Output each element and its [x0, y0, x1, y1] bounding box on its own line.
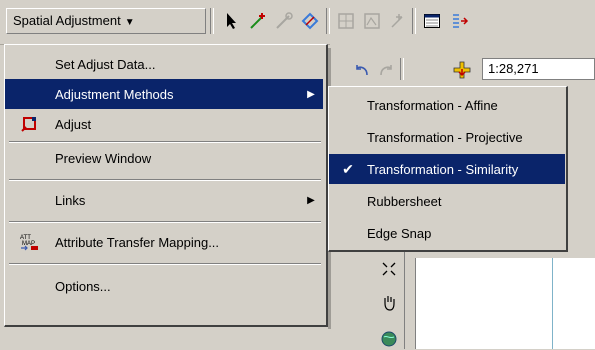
modify-link-icon[interactable] — [274, 11, 294, 31]
submenu-arrow-icon: ▶ — [307, 194, 315, 206]
menu-item-preview-window[interactable]: Preview Window — [5, 143, 323, 173]
globe-icon[interactable] — [378, 328, 400, 350]
menu-item-set-adjust-data[interactable]: Set Adjust Data... — [5, 49, 323, 79]
full-extent-icon[interactable] — [378, 258, 400, 280]
adjustment-methods-submenu: Transformation - Affine Transformation -… — [328, 86, 568, 252]
menu-item-options[interactable]: Options... — [5, 271, 323, 301]
toolbar-separator — [412, 8, 416, 34]
menu-separator — [9, 263, 321, 265]
redo-icon[interactable] — [376, 60, 396, 80]
submenu-item-label: Rubbersheet — [367, 193, 442, 209]
adjust-icon — [5, 116, 55, 132]
menu-item-label: Attribute Transfer Mapping... — [55, 234, 220, 250]
menu-item-label: Set Adjust Data... — [55, 56, 156, 72]
view-link-table-icon[interactable] — [422, 11, 442, 31]
menu-item-label: Links — [55, 192, 86, 208]
menu-item-label: Options... — [55, 278, 111, 294]
spatial-adjustment-menu: Set Adjust Data... Adjustment Methods ▶ … — [4, 44, 328, 327]
dropdown-label: Spatial Adjustment — [13, 13, 121, 28]
submenu-item-projective[interactable]: Transformation - Projective — [329, 122, 565, 152]
submenu-item-rubbersheet[interactable]: Rubbersheet — [329, 186, 565, 216]
toolbar-separator — [326, 8, 330, 34]
menu-item-label: Adjustment Methods — [55, 86, 174, 102]
dropdown-arrow-icon: ▼ — [124, 17, 135, 28]
submenu-item-affine[interactable]: Transformation - Affine — [329, 90, 565, 120]
checkmark-icon: ✔ — [342, 160, 354, 177]
submenu-item-label: Edge Snap — [367, 225, 432, 241]
add-data-icon[interactable] — [452, 60, 472, 80]
map-feature-line — [552, 258, 553, 349]
new-displacement-link-icon[interactable] — [248, 11, 268, 31]
submenu-item-label: Transformation - Affine — [367, 97, 498, 113]
submenu-item-label: Transformation - Similarity — [367, 161, 519, 177]
submenu-item-similarity[interactable]: ✔ Transformation - Similarity — [329, 154, 565, 184]
submenu-item-edge-snap[interactable]: Edge Snap — [329, 218, 565, 248]
menu-separator — [9, 221, 321, 223]
menu-item-attribute-transfer-mapping[interactable]: ATT MAP Attribute Transfer Mapping... — [5, 227, 323, 257]
menu-item-adjust[interactable]: Adjust — [5, 109, 323, 139]
pan-hand-icon[interactable] — [378, 292, 400, 314]
limited-adjustment-area-icon[interactable] — [362, 11, 382, 31]
attribute-transfer-mapping-icon: ATT MAP — [5, 233, 55, 251]
toolbar-separator — [210, 8, 214, 34]
map-canvas[interactable] — [415, 258, 595, 349]
toolbar-separator — [400, 58, 404, 80]
identity-link-icon[interactable] — [336, 11, 356, 31]
menu-item-label: Adjust — [55, 116, 92, 132]
submenu-arrow-icon: ▶ — [307, 88, 315, 100]
menu-separator — [9, 179, 321, 181]
undo-icon[interactable] — [352, 60, 372, 80]
clear-area-icon[interactable] — [388, 11, 408, 31]
attribute-transfer-icon[interactable] — [450, 11, 470, 31]
select-arrow-icon[interactable] — [222, 11, 242, 31]
spatial-adjustment-dropdown[interactable]: Spatial Adjustment ▼ — [6, 8, 206, 34]
submenu-item-label: Transformation - Projective — [367, 129, 523, 145]
multi-displacement-link-icon[interactable] — [300, 11, 320, 31]
menu-item-links[interactable]: Links ▶ — [5, 185, 323, 215]
map-scale-input[interactable]: 1:28,271 — [482, 58, 595, 80]
menu-item-label: Preview Window — [55, 150, 152, 166]
menu-item-adjustment-methods[interactable]: Adjustment Methods ▶ — [5, 79, 323, 109]
